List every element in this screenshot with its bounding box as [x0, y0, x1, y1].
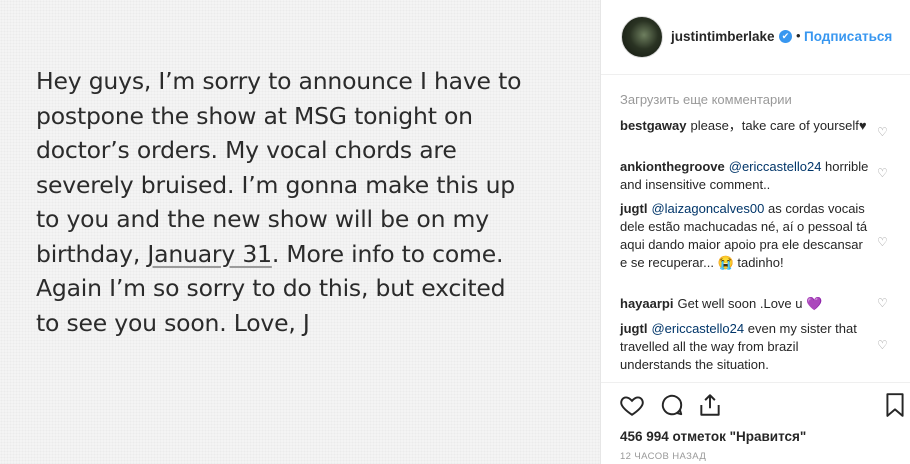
- follow-button[interactable]: Подписаться: [804, 29, 892, 44]
- note-line: birthday,: [36, 239, 148, 268]
- comment-mention[interactable]: @laizagoncalves00: [651, 201, 764, 216]
- like-comment-heart-icon[interactable]: ♡: [877, 167, 888, 179]
- actions-divider: [601, 382, 910, 384]
- comment-text: Get well soon .Love u 💜: [677, 296, 823, 311]
- comment-username[interactable]: bestgaway: [620, 118, 686, 133]
- post-image[interactable]: Hey guys, I’m sorry to announce I have t…: [0, 0, 601, 464]
- verified-badge-icon: ✔: [779, 30, 792, 43]
- avatar[interactable]: [621, 16, 663, 58]
- comment: bestgaway please，take care of yourself♥: [620, 117, 872, 135]
- like-comment-heart-icon[interactable]: ♡: [877, 339, 888, 351]
- note-line: . More info to come.: [271, 239, 504, 268]
- comment-text: please，take care of yourself♥: [690, 118, 867, 133]
- comment: jugtl @ericcastello24 even my sister that…: [620, 320, 872, 374]
- comment: jugtl @laizagoncalves00 as cordas vocais …: [620, 200, 872, 272]
- note-line: postpone the show at MSG tonight on: [36, 101, 473, 130]
- separator-dot: •: [796, 28, 801, 43]
- note-line: to see you soon. Love, J: [36, 308, 310, 337]
- like-comment-heart-icon[interactable]: ♡: [877, 126, 888, 138]
- note-line: to you and the new show will be on my: [36, 205, 489, 233]
- note-line: doctor’s orders. My vocal chords are: [36, 136, 457, 164]
- comment-mention[interactable]: @ericcastello24: [651, 321, 744, 336]
- share-icon[interactable]: [697, 392, 723, 418]
- comment-username[interactable]: hayaarpi: [620, 296, 673, 311]
- comment-username[interactable]: jugtl: [620, 201, 647, 216]
- like-comment-heart-icon[interactable]: ♡: [877, 236, 888, 248]
- note-line: severely bruised. I’m gonna make this up: [36, 170, 516, 199]
- like-comment-heart-icon[interactable]: ♡: [877, 297, 888, 309]
- username-link[interactable]: justintimberlake: [671, 29, 775, 44]
- post-sidebar: justintimberlake ✔ • Подписаться Загрузи…: [601, 0, 910, 464]
- post-header: justintimberlake ✔ • Подписаться: [601, 0, 910, 75]
- likes-count[interactable]: 456 994 отметок "Нравится": [620, 429, 806, 444]
- comment-username[interactable]: ankionthegroove: [620, 159, 725, 174]
- comment-mention[interactable]: @ericcastello24: [729, 159, 822, 174]
- notes-text: Hey guys, I’m sorry to announce I have t…: [36, 64, 576, 340]
- comment-icon[interactable]: [659, 392, 685, 418]
- note-line: Again I’m so sorry to do this, but excit…: [36, 274, 506, 302]
- post-timestamp[interactable]: 12 ЧАСОВ НАЗАД: [620, 451, 706, 462]
- post-viewer: Hey guys, I’m sorry to announce I have t…: [0, 0, 910, 464]
- comment: hayaarpi Get well soon .Love u 💜: [620, 295, 872, 313]
- comment-username[interactable]: jugtl: [620, 321, 647, 336]
- load-more-comments-button[interactable]: Загрузить еще комментарии: [620, 92, 792, 107]
- heart-icon[interactable]: [619, 392, 645, 418]
- note-line: Hey guys, I’m sorry to announce I have t…: [36, 67, 522, 95]
- date-link: January 31: [147, 239, 272, 268]
- bookmark-icon[interactable]: [882, 392, 908, 418]
- comment: ankionthegroove @ericcastello24 horrible …: [620, 158, 872, 194]
